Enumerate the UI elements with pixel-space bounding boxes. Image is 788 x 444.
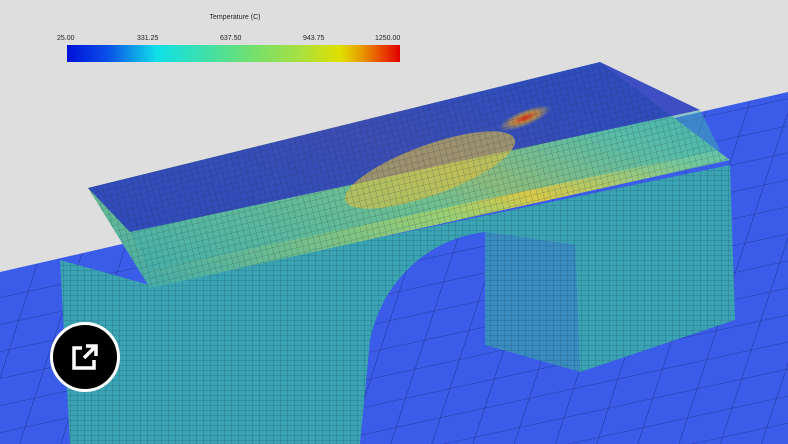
legend-tick: 25.00 — [57, 35, 75, 42]
legend-title: Temperature (C) — [209, 14, 261, 21]
legend-tick: 331.25 — [137, 35, 159, 42]
legend-tick: 943.75 — [303, 35, 325, 42]
external-link-button[interactable] — [50, 322, 120, 392]
simulation-scene — [0, 62, 788, 444]
external-link-icon — [72, 344, 98, 370]
legend-tick: 637.50 — [220, 35, 242, 42]
legend-tick: 1250.00 — [375, 35, 401, 42]
temperature-colorbar — [67, 45, 400, 62]
